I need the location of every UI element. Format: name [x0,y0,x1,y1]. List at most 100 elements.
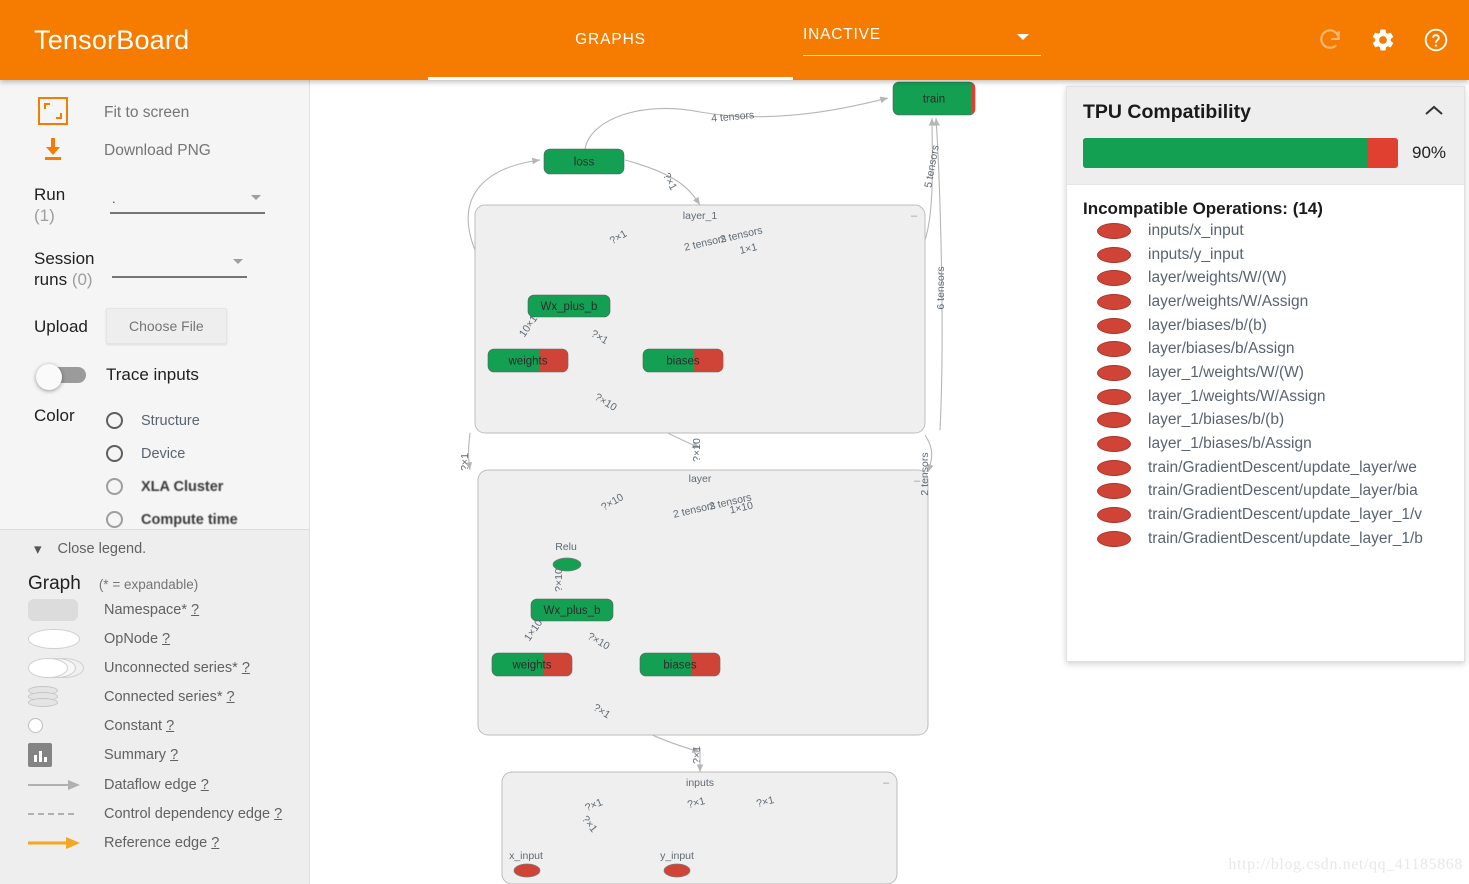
graph-op-node[interactable] [513,863,541,878]
graph-edge-label: 6 tensors [935,266,947,309]
trace-inputs-control: Trace inputs [0,364,309,390]
graph-op-node[interactable]: biases [639,652,721,677]
graph-op-node[interactable]: loss [543,148,625,175]
help-link[interactable]: ? [191,602,199,618]
graph-op-node[interactable]: weights [487,348,569,373]
namespace-collapse-icon[interactable]: – [911,210,918,222]
incompatible-node-icon [1097,317,1131,334]
legend-item-constant: Constant ? [0,711,309,740]
graph-op-node[interactable]: train [892,81,976,116]
inactive-dashboards-select[interactable]: INACTIVE [803,26,1041,58]
graph-node-label: train [923,94,945,106]
help-link[interactable]: ? [162,631,170,647]
incompatible-operation-name: inputs/y_input [1148,245,1244,263]
help-link[interactable]: ? [201,777,209,793]
incompatible-operation-row[interactable]: layer/weights/W/Assign [1083,290,1448,314]
help-circle-icon[interactable] [1423,27,1449,53]
legend-label-text: OpNode [104,630,159,647]
run-count: (1) [34,206,55,225]
graph-edge-label: layer [689,473,712,485]
incompatible-operation-row[interactable]: layer_1/biases/b/(b) [1083,409,1448,433]
radio-icon [106,511,123,528]
run-select-value: . [112,191,116,206]
help-link[interactable]: ? [274,806,282,822]
settings-gear-icon[interactable] [1370,27,1396,53]
graph-node-label: Wx_plus_b [544,605,601,617]
close-legend-label: Close legend. [57,541,147,557]
chevron-up-icon[interactable] [1420,104,1448,122]
help-link[interactable]: ? [211,835,219,851]
help-link[interactable]: ? [242,660,250,676]
session-runs-label: Session [34,249,95,268]
reference-edge-icon [28,835,90,851]
color-option-device[interactable]: Device [106,437,238,470]
app-brand: TensorBoard [34,24,190,55]
fit-to-screen-button[interactable]: Fit to screen [0,94,309,132]
incompatible-operation-name: train/GradientDescent/update_layer/bia [1148,482,1418,500]
session-runs-count: (0) [71,270,93,289]
download-png-button[interactable]: Download PNG [0,132,309,170]
help-link[interactable]: ? [227,689,235,705]
select-underline [112,276,247,278]
color-option-structure[interactable]: Structure [106,404,238,437]
incompatible-node-icon [1097,246,1131,263]
color-option-xla-cluster[interactable]: XLA Cluster [106,470,238,503]
nav-tabs: GRAPHS [428,0,793,80]
incompatible-operation-row[interactable]: train/GradientDescent/update_layer_1/b [1083,527,1448,551]
incompatible-operation-row[interactable]: layer_1/biases/b/Assign [1083,432,1448,456]
tab-graphs-label: GRAPHS [575,31,646,48]
legend-label-text: Dataflow edge [104,776,197,793]
opnode-icon [28,628,90,649]
legend-label: Control dependency edge ? [104,806,282,822]
close-legend-button[interactable]: ▾ Close legend. [0,530,309,568]
graph-edge-label: ?×1 [660,171,679,193]
run-control: Run (1) . [0,184,309,226]
graph-node-label: weights [512,660,552,672]
incompatible-operation-row[interactable]: layer_1/weights/W/(W) [1083,361,1448,385]
color-option-label: XLA Cluster [141,478,224,495]
app-header: TensorBoard GRAPHS INACTIVE [0,0,1469,80]
namespace-collapse-icon[interactable]: – [883,777,890,789]
run-select[interactable]: . [110,188,265,214]
graph-op-node[interactable]: weights [491,652,573,677]
help-link[interactable]: ? [166,718,174,734]
graph-op-node[interactable]: Wx_plus_b [527,294,611,318]
legend-label-text: Control dependency edge [104,806,271,822]
incompatible-operation-row[interactable]: layer/weights/W/(W) [1083,266,1448,290]
incompatible-operation-row[interactable]: train/GradientDescent/update_layer/bia [1083,480,1448,504]
refresh-icon[interactable] [1317,27,1343,53]
incompatible-node-icon [1097,483,1131,500]
incompatible-operation-row[interactable]: train/GradientDescent/update_layer/we [1083,456,1448,480]
choose-file-button[interactable]: Choose File [106,308,227,344]
color-option-label: Device [141,445,186,462]
chevron-down-icon: ▾ [34,540,42,558]
help-link[interactable]: ? [170,747,178,763]
session-runs-select[interactable] [112,252,247,278]
tpu-compatibility-panel: TPU Compatibility 90% Incompatible Opera… [1066,86,1465,662]
graph-edge-label: 4 tensors [711,109,755,125]
tpu-compatibility-bar [1083,138,1398,168]
legend-graph-label: Graph [28,573,81,594]
incompatible-operation-row[interactable]: train/GradientDescent/update_layer_1/v [1083,503,1448,527]
legend-label-text: Constant [104,717,163,734]
incompatible-operation-row[interactable]: inputs/y_input [1083,243,1448,267]
incompatible-operation-name: train/GradientDescent/update_layer_1/b [1148,529,1423,547]
legend-item-reference-edge: Reference edge ? [0,828,309,858]
incompatible-node-icon [1097,530,1131,547]
graph-op-node[interactable]: Wx_plus_b [530,598,614,622]
tpu-compatible-fill [1083,138,1367,168]
incompatible-operation-row[interactable]: inputs/x_input [1083,219,1448,243]
graph-op-node[interactable]: biases [642,348,724,373]
incompatible-operation-row[interactable]: layer/biases/b/(b) [1083,314,1448,338]
graph-op-node[interactable] [663,863,691,878]
dataflow-edge-icon [28,778,90,792]
tab-graphs[interactable]: GRAPHS [428,0,793,80]
legend-item-summary: Summary ? [0,740,309,769]
color-option-compute-time[interactable]: Compute time [106,503,238,529]
session-runs-label2: runs (0) [34,269,112,290]
tpu-title-row: TPU Compatibility [1083,101,1448,124]
incompatible-operation-row[interactable]: layer/biases/b/Assign [1083,337,1448,361]
trace-inputs-toggle[interactable] [36,364,88,390]
graph-node-label: biases [663,660,696,672]
incompatible-operation-row[interactable]: layer_1/weights/W/Assign [1083,385,1448,409]
